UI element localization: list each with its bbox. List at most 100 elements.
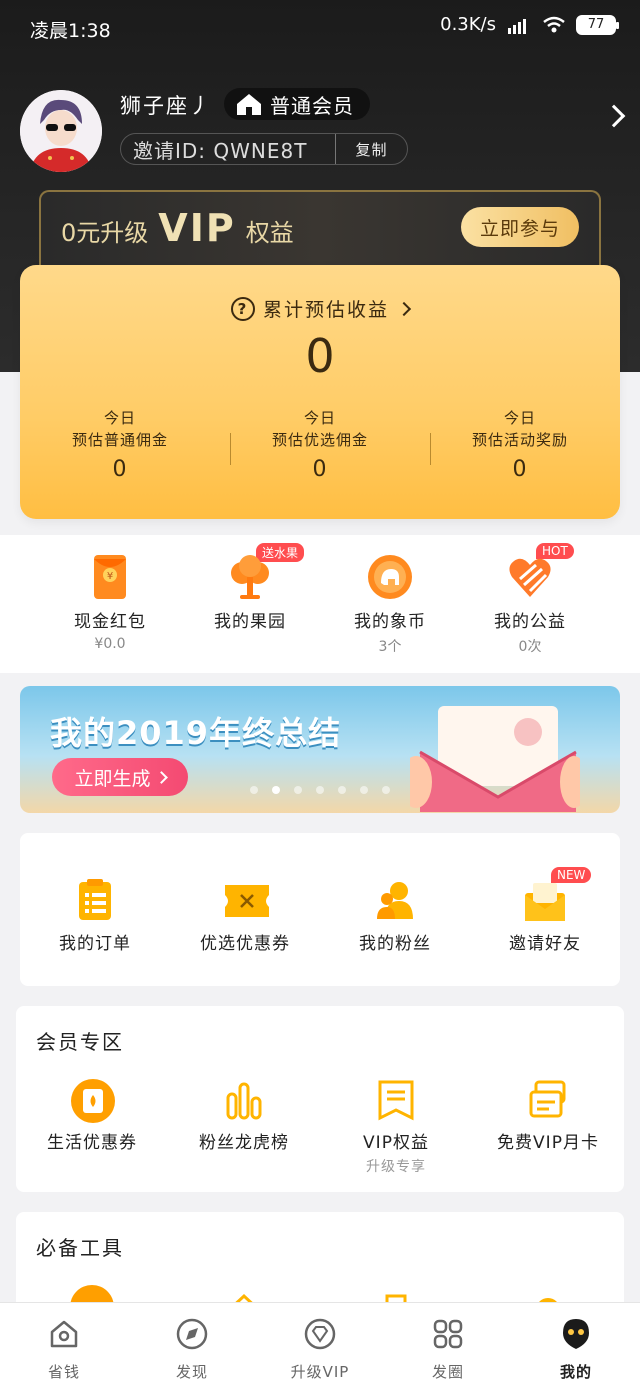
invite-envelope-icon [523, 879, 567, 923]
quick-label: 我的果园 [214, 612, 286, 632]
battery-icon: 77 [576, 14, 619, 35]
grid-label: 免费VIP月卡 [497, 1133, 599, 1153]
elephant-coin-icon [366, 553, 414, 601]
wifi-icon [543, 16, 565, 32]
fans-icon [373, 879, 417, 923]
vip-upgrade-strip[interactable]: 0元升级 VIP 权益 立即参与 [39, 190, 601, 270]
quick-label: 我的象币 [354, 612, 426, 632]
grid-label: 优选优惠券 [200, 934, 290, 954]
generate-now-button[interactable]: 立即生成 [52, 758, 188, 796]
order-list-icon [73, 879, 117, 923]
chevron-right-icon[interactable] [602, 104, 626, 128]
banner-title: 我的2019年终总结 [50, 714, 342, 752]
quick-label: 我的公益 [494, 612, 566, 632]
compass-icon [176, 1318, 208, 1350]
earnings-title-row[interactable]: ? 累计预估收益 [20, 295, 620, 322]
grid-label: 我的粉丝 [359, 934, 431, 954]
ranking-bars-icon [222, 1078, 266, 1122]
chevron-right-icon [396, 301, 412, 316]
tab-moments[interactable]: 发圈 [384, 1303, 512, 1386]
earnings-col-value: 0 [312, 457, 328, 482]
user-icon [563, 1319, 589, 1349]
grid-label: VIP权益 [363, 1133, 429, 1153]
my-charity-entry[interactable]: HOT 我的公益 0次 [460, 535, 600, 673]
my-orchard-entry[interactable]: 送水果 我的果园 [180, 535, 320, 673]
house-icon [237, 94, 261, 115]
coupon-icon [223, 879, 269, 923]
tab-label: 发圈 [431, 1363, 464, 1381]
quick-sub: 0次 [518, 639, 542, 655]
nickname: 狮子座丿 [120, 94, 212, 118]
my-fans-entry[interactable]: 我的粉丝 [320, 879, 470, 954]
cash-red-packet-entry[interactable]: ¥ 现金红包 ¥0.0 [40, 535, 180, 673]
earnings-col-day: 今日 [303, 409, 336, 427]
earnings-col-day: 今日 [103, 409, 136, 427]
grid-label: 邀请好友 [509, 934, 581, 954]
avatar[interactable] [20, 90, 102, 172]
status-time: 凌晨1:38 [30, 20, 111, 42]
tab-label: 我的 [559, 1363, 592, 1381]
red-envelope-icon: ¥ [86, 553, 134, 601]
envelope-illustration [410, 706, 580, 812]
earnings-col-label: 预估优选佣金 [271, 431, 368, 449]
orders-card: 我的订单 优选优惠券 我的粉丝 NEW 邀请好友 [20, 833, 620, 986]
free-vip-card-entry[interactable]: 免费VIP月卡 [472, 1078, 624, 1176]
earnings-normal-commission[interactable]: 今日 预估普通佣金 0 [20, 407, 220, 481]
chevron-right-icon [154, 770, 168, 784]
my-orders-entry[interactable]: 我的订单 [20, 879, 170, 954]
tools-title: 必备工具 [36, 1236, 124, 1260]
banner-button-label: 立即生成 [74, 767, 151, 790]
fans-ranking-entry[interactable]: 粉丝龙虎榜 [168, 1078, 320, 1176]
join-now-button[interactable]: 立即参与 [461, 207, 579, 247]
earnings-total: 0 [305, 329, 335, 383]
invite-id-text: 邀请ID: QWNE8T [133, 138, 308, 163]
earnings-col-label: 预估活动奖励 [471, 431, 568, 449]
grid-label: 生活优惠券 [47, 1133, 137, 1153]
tab-save-money[interactable]: 省钱 [0, 1303, 128, 1386]
tab-label: 省钱 [47, 1363, 80, 1381]
tree-icon [226, 553, 274, 601]
earnings-col-value: 0 [112, 457, 128, 482]
select-coupon-entry[interactable]: 优选优惠券 [170, 879, 320, 954]
home-icon [50, 1320, 78, 1348]
vip-prefix: 0元升级 [61, 219, 149, 247]
grid-icon [433, 1319, 463, 1349]
grid-sub: 升级专享 [366, 1159, 426, 1175]
grid-label: 粉丝龙虎榜 [199, 1133, 289, 1153]
svg-text:¥: ¥ [107, 571, 113, 582]
question-icon[interactable]: ? [230, 296, 255, 321]
life-coupon-icon [70, 1078, 115, 1123]
vip-rights-entry[interactable]: VIP权益 升级专享 [320, 1078, 472, 1176]
vip-card-icon [526, 1078, 570, 1122]
member-zone-card: 会员专区 生活优惠券 粉丝龙虎榜 VIP权益 升级专享 免费VIP月卡 [16, 1006, 624, 1192]
tab-discover[interactable]: 发现 [128, 1303, 256, 1386]
member-level-badge[interactable]: 普通会员 [224, 88, 370, 120]
earnings-title: 累计预估收益 [262, 299, 389, 321]
copy-button[interactable]: 复制 [335, 134, 407, 164]
earnings-col-day: 今日 [503, 409, 536, 427]
quick-label: 现金红包 [74, 612, 146, 632]
earnings-col-value: 0 [512, 457, 528, 482]
earnings-card: ? 累计预估收益 0 今日 预估普通佣金 0 今日 预估优选佣金 0 今日 预估… [20, 265, 620, 519]
net-speed: 0.3K/s [440, 14, 496, 35]
bottom-tab-bar: 省钱 发现 升级VIP 发圈 我的 [0, 1302, 640, 1386]
tab-upgrade-vip[interactable]: 升级VIP [256, 1303, 384, 1386]
life-coupon-entry[interactable]: 生活优惠券 [16, 1078, 168, 1176]
tab-label: 升级VIP [290, 1363, 350, 1381]
earnings-select-commission[interactable]: 今日 预估优选佣金 0 [220, 407, 420, 481]
member-level-label: 普通会员 [270, 93, 354, 118]
quick-sub: ¥0.0 [94, 636, 126, 652]
vip-label: VIP [158, 206, 236, 250]
earnings-activity-reward[interactable]: 今日 预估活动奖励 0 [420, 407, 620, 481]
my-elephant-coin-entry[interactable]: 我的象币 3个 [320, 535, 460, 673]
carousel-dots[interactable] [250, 786, 390, 794]
year-summary-banner[interactable]: 我的2019年终总结 立即生成 [20, 686, 620, 813]
tab-mine[interactable]: 我的 [512, 1303, 640, 1386]
invite-friends-entry[interactable]: NEW 邀请好友 [470, 867, 620, 954]
tab-label: 发现 [175, 1363, 208, 1381]
invite-id-box: 邀请ID: QWNE8T 复制 [120, 133, 408, 165]
status-bar: 凌晨1:38 0.3K/s 77 [0, 0, 640, 56]
earnings-col-label: 预估普通佣金 [71, 431, 168, 449]
member-zone-title: 会员专区 [36, 1030, 124, 1054]
heart-charity-icon [506, 553, 554, 601]
